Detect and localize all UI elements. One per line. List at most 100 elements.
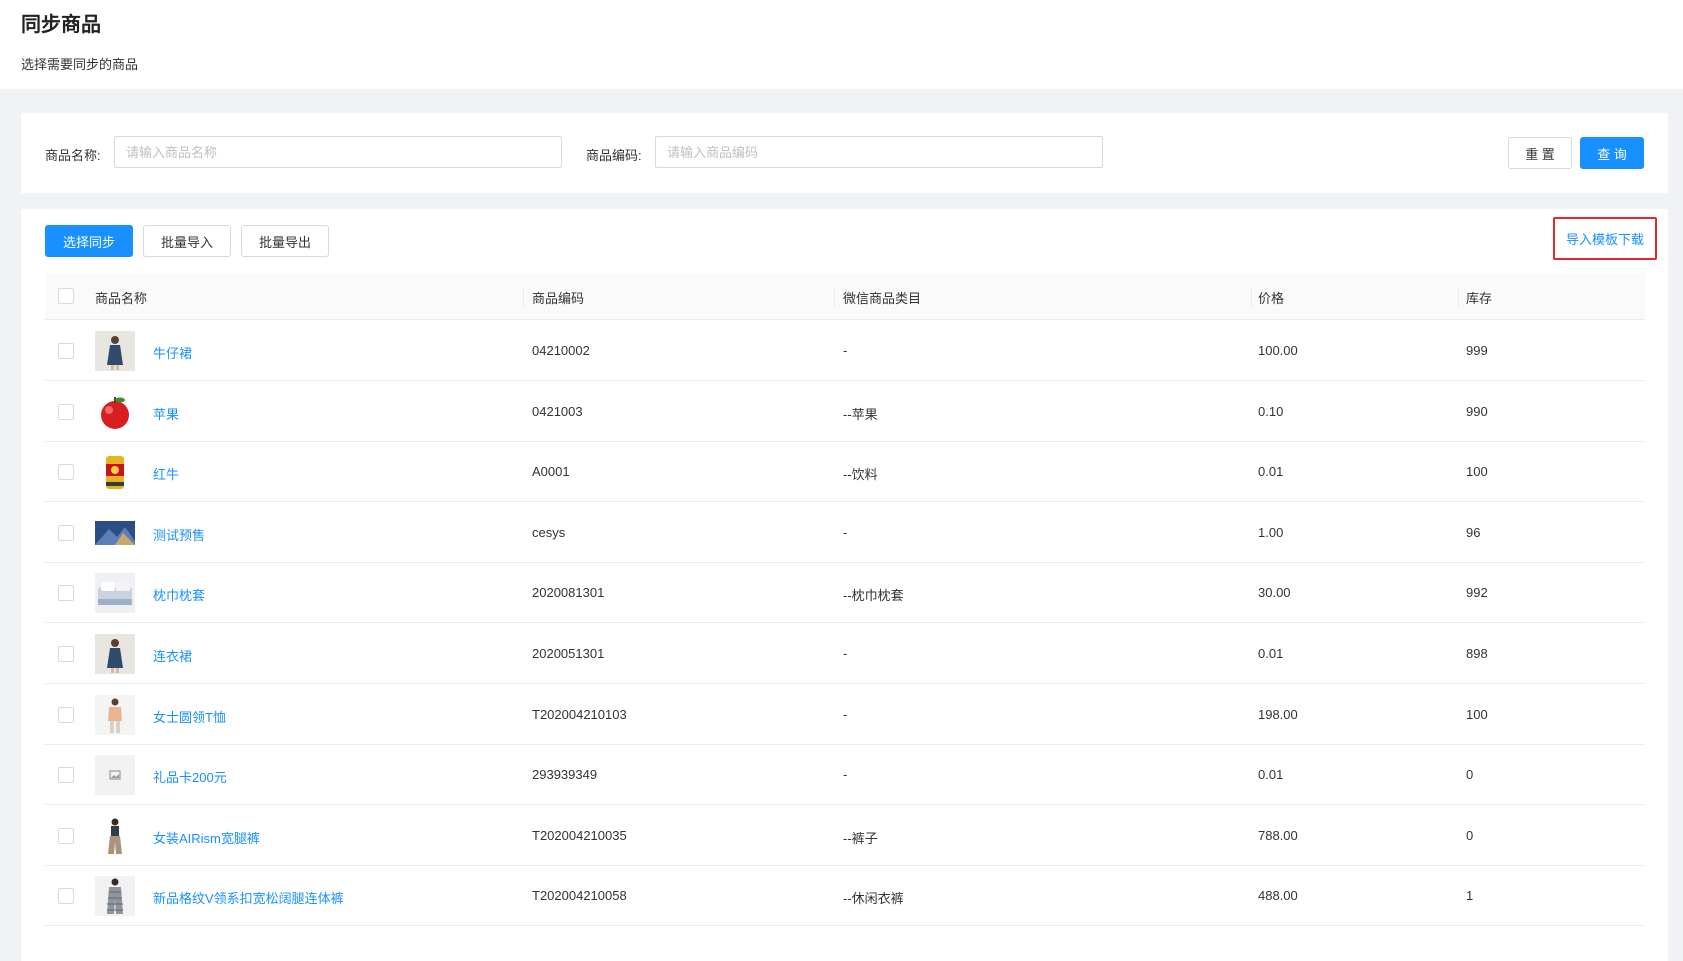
product-stock: 0: [1466, 827, 1474, 843]
product-category: --饮料: [843, 467, 878, 483]
product-code: 04210002: [532, 343, 590, 358]
select-all-checkbox[interactable]: [58, 288, 74, 304]
product-thumbnail: [95, 694, 135, 735]
product-category: -: [843, 646, 848, 661]
product-name-link[interactable]: 红牛: [153, 464, 179, 483]
product-stock: 0: [1466, 767, 1474, 783]
row-checkbox[interactable]: [58, 827, 74, 844]
product-thumbnail: [95, 512, 135, 553]
product-thumbnail: [95, 755, 135, 796]
product-category: --枕巾枕套: [843, 588, 904, 604]
column-divider: [1251, 287, 1252, 307]
product-price: 788.00: [1258, 827, 1298, 843]
product-name-label: 商品名称:: [45, 148, 101, 163]
product-code: T202004210103: [532, 706, 627, 722]
table-header: 商品名称 商品编码 微信商品类目 价格 库存: [45, 273, 1645, 320]
product-code: 2020081301: [532, 585, 605, 601]
batch-export-button[interactable]: 批量导出: [241, 225, 329, 257]
product-stock: 898: [1466, 646, 1488, 661]
product-stock: 999: [1466, 343, 1488, 358]
product-stock: 992: [1466, 585, 1488, 601]
product-category: -: [843, 524, 848, 540]
product-price: 1.00: [1258, 524, 1284, 540]
row-checkbox[interactable]: [58, 646, 74, 662]
reset-button[interactable]: 重 置: [1508, 137, 1572, 169]
product-category: -: [843, 767, 848, 783]
product-thumbnail: [95, 391, 135, 432]
row-checkbox[interactable]: [58, 585, 74, 602]
table-row: 牛仔裙 04210002 - 100.00 999: [45, 321, 1645, 381]
page-subtitle: 选择需要同步的商品: [21, 57, 139, 72]
product-code: T202004210035: [532, 827, 627, 843]
product-name-link[interactable]: 女装AIRism宽腿裤: [153, 828, 260, 847]
product-code-input[interactable]: [655, 136, 1103, 168]
batch-import-button[interactable]: 批量导入: [143, 225, 231, 257]
product-stock: 100: [1466, 464, 1488, 480]
product-price: 100.00: [1258, 343, 1298, 358]
template-download-link[interactable]: 导入模板下载: [1553, 217, 1657, 260]
product-price: 488.00: [1258, 888, 1298, 904]
product-name-link[interactable]: 新品格纹V领系扣宽松阔腿连体裤: [153, 888, 344, 907]
table-row: 女装AIRism宽腿裤 T202004210035 --裤子 788.00 0: [45, 806, 1645, 866]
product-price: 0.01: [1258, 767, 1284, 783]
product-name-link[interactable]: 苹果: [153, 404, 179, 423]
product-code: 0421003: [532, 403, 583, 419]
product-category: -: [843, 343, 848, 358]
product-stock: 1: [1466, 888, 1474, 904]
product-price: 0.01: [1258, 464, 1284, 480]
product-stock: 100: [1466, 706, 1488, 722]
product-name-link[interactable]: 枕巾枕套: [153, 585, 205, 604]
product-code-label: 商品编码:: [586, 148, 642, 163]
row-checkbox[interactable]: [58, 888, 74, 905]
table-row: 苹果 0421003 --苹果 0.10 990: [45, 382, 1645, 442]
product-thumbnail: [95, 815, 135, 856]
product-name-link[interactable]: 牛仔裙: [153, 343, 192, 362]
column-header-stock: 库存: [1466, 291, 1493, 306]
product-thumbnail: [95, 452, 135, 493]
row-checkbox[interactable]: [58, 767, 74, 784]
table-row: 红牛 A0001 --饮料 0.01 100: [45, 442, 1645, 503]
product-category: --裤子: [843, 830, 878, 846]
row-checkbox[interactable]: [58, 524, 74, 541]
query-button[interactable]: 查 询: [1580, 137, 1644, 169]
product-category: --休闲衣裤: [843, 891, 904, 907]
product-name-link[interactable]: 礼品卡200元: [153, 767, 227, 786]
row-checkbox[interactable]: [58, 464, 74, 481]
column-header-code: 商品编码: [532, 291, 585, 306]
table-row: 新品格纹V领系扣宽松阔腿连体裤 T202004210058 --休闲衣裤 488.00…: [45, 866, 1645, 927]
column-header-category: 微信商品类目: [843, 291, 922, 306]
product-price: 30.00: [1258, 585, 1291, 601]
column-divider: [523, 287, 524, 307]
table-row: 礼品卡200元 293939349 - 0.01 0: [45, 745, 1645, 806]
table-row: 女士圆领T恤 T202004210103 - 198.00 100: [45, 685, 1645, 745]
table-row: 枕巾枕套 2020081301 --枕巾枕套 30.00 992: [45, 563, 1645, 624]
column-divider: [1458, 287, 1459, 307]
row-checkbox[interactable]: [58, 706, 74, 723]
product-price: 0.10: [1258, 403, 1284, 419]
filter-panel: 商品名称: 商品编码: 重 置 查 询: [21, 113, 1668, 193]
product-code: T202004210058: [532, 888, 627, 904]
product-name-link[interactable]: 女士圆领T恤: [153, 707, 226, 726]
product-stock: 96: [1466, 524, 1481, 540]
product-category: -: [843, 706, 848, 722]
product-name-link[interactable]: 连衣裙: [153, 646, 192, 665]
product-list-panel: 选择同步 批量导入 批量导出 导入模板下载 商品名称 商品编码 微信商品类目 价…: [21, 209, 1668, 961]
product-thumbnail: [95, 634, 135, 674]
product-price: 198.00: [1258, 706, 1298, 722]
page-title: 同步商品: [21, 14, 101, 36]
product-name-link[interactable]: 测试预售: [153, 525, 205, 544]
product-price: 0.01: [1258, 646, 1284, 661]
page-header: 同步商品 选择需要同步的商品: [0, 0, 1683, 89]
select-sync-button[interactable]: 选择同步: [45, 225, 133, 257]
product-stock: 990: [1466, 403, 1488, 419]
row-checkbox[interactable]: [58, 343, 74, 359]
table-row: 连衣裙 2020051301 - 0.01 898: [45, 624, 1645, 684]
product-code: cesys: [532, 524, 566, 540]
column-header-name: 商品名称: [95, 291, 148, 306]
row-checkbox[interactable]: [58, 403, 74, 420]
product-thumbnail: [95, 573, 135, 614]
product-code: 2020051301: [532, 646, 605, 661]
product-name-input[interactable]: [114, 136, 562, 168]
product-thumbnail: [95, 331, 135, 371]
column-header-price: 价格: [1258, 291, 1285, 306]
